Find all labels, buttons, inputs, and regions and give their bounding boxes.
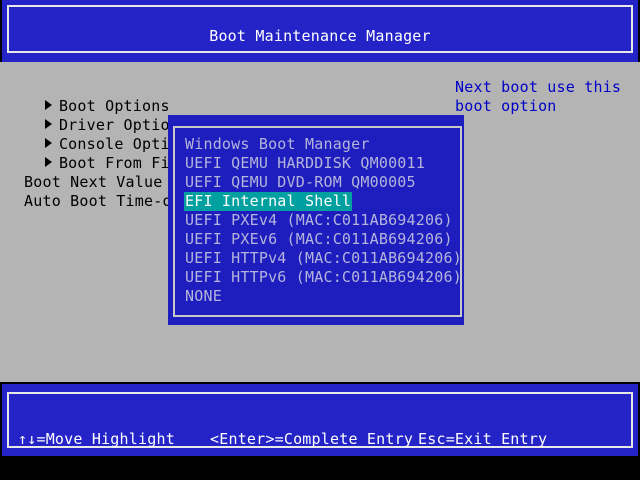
boot-next-popup: Windows Boot Manager UEFI QEMU HARDDISK … <box>168 115 464 325</box>
setting-auto-boot-timeout[interactable]: Auto Boot Time-out <box>24 192 190 211</box>
header-frame: Boot Maintenance Manager <box>7 5 633 53</box>
footer-frame: ↑↓=Move Highlight <Enter>=Complete Entry… <box>7 392 633 448</box>
help-text-line-2: boot option <box>455 97 557 115</box>
popup-option-windows-boot-manager[interactable]: Windows Boot Manager <box>184 135 371 154</box>
bios-screen: Boot Maintenance Manager Boot Options Dr… <box>0 0 640 480</box>
header-bar: Boot Maintenance Manager <box>2 0 638 62</box>
popup-option-qemu-harddisk[interactable]: UEFI QEMU HARDDISK QM00011 <box>184 154 426 173</box>
hint-complete-entry: <Enter>=Complete Entry <box>210 430 414 448</box>
popup-option-qemu-dvd-rom[interactable]: UEFI QEMU DVD-ROM QM00005 <box>184 173 417 192</box>
page-title: Boot Maintenance Manager <box>209 27 431 45</box>
popup-option-efi-internal-shell[interactable]: EFI Internal Shell <box>184 192 353 211</box>
popup-option-httpv6[interactable]: UEFI HTTPv6 (MAC:C011AB694206) <box>184 268 463 287</box>
arrow-right-icon <box>44 157 52 167</box>
popup-option-pxev6[interactable]: UEFI PXEv6 (MAC:C011AB694206) <box>184 230 454 249</box>
help-text-line-1: Next boot use this <box>455 78 622 96</box>
setting-boot-next-value[interactable]: Boot Next Value <box>24 173 162 192</box>
footer-bottom-band <box>0 456 640 480</box>
hint-move-highlight: ↑↓=Move Highlight <box>18 430 175 448</box>
popup-option-pxev4[interactable]: UEFI PXEv4 (MAC:C011AB694206) <box>184 211 454 230</box>
hint-exit-entry: Esc=Exit Entry <box>418 430 548 448</box>
popup-option-httpv4[interactable]: UEFI HTTPv4 (MAC:C011AB694206) <box>184 249 463 268</box>
popup-option-none[interactable]: NONE <box>184 287 223 306</box>
